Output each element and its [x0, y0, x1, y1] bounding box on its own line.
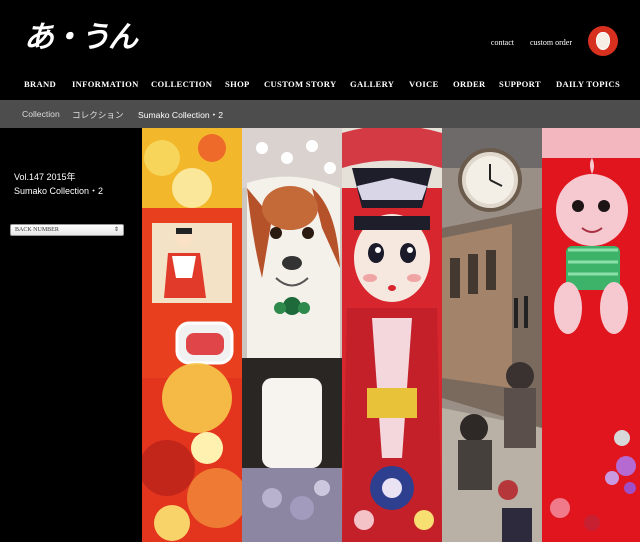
badge-face — [596, 32, 610, 50]
nav-item-support[interactable]: SUPPORT — [499, 79, 541, 89]
image-panel-1 — [142, 128, 242, 542]
collection-image — [142, 128, 640, 542]
breadcrumb-collection-jp[interactable]: コレクション — [72, 109, 124, 121]
breadcrumb-current: Sumako Collection・2 — [138, 110, 224, 120]
image-panel-4 — [442, 128, 542, 542]
image-panel-2 — [242, 128, 342, 542]
panel-4-art — [442, 128, 542, 542]
breadcrumb-collection[interactable]: Collection — [22, 109, 60, 119]
panel-5-art — [542, 128, 640, 542]
kewpie-face-icon[interactable] — [588, 26, 618, 56]
issue-volume: Vol.147 2015年 — [14, 172, 76, 182]
nav-item-collection[interactable]: COLLECTION — [151, 79, 212, 89]
issue-info: Vol.147 2015年 Sumako Collection・2 — [14, 170, 103, 198]
nav-item-daily-topics[interactable]: DAILY TOPICS — [556, 79, 620, 89]
contact-link[interactable]: contact — [491, 38, 514, 47]
chevron-updown-icon: ⇕ — [113, 227, 119, 233]
back-number-select[interactable]: BACK NUMBER ⇕ — [10, 224, 124, 236]
sidebar: Vol.147 2015年 Sumako Collection・2 BACK N… — [0, 128, 142, 542]
nav-item-brand[interactable]: BRAND — [24, 79, 56, 89]
back-number-value: BACK NUMBER — [15, 227, 59, 233]
top-links: contact custom order — [491, 38, 572, 47]
site-header: あ・うん contact custom order — [0, 0, 640, 70]
panel-1-art — [142, 128, 242, 542]
nav-item-information[interactable]: INFORMATION — [72, 79, 139, 89]
nav-item-custom-story[interactable]: CUSTOM STORY — [264, 79, 336, 89]
nav-item-order[interactable]: ORDER — [453, 79, 486, 89]
issue-title: Sumako Collection・2 — [14, 186, 104, 196]
site-logo[interactable]: あ・うん — [24, 18, 138, 58]
breadcrumb: Collection コレクション Sumako Collection・2 — [0, 100, 640, 128]
custom-order-link[interactable]: custom order — [530, 38, 572, 47]
image-panel-5 — [542, 128, 640, 542]
main-nav: BRAND INFORMATION COLLECTION SHOP CUSTOM… — [0, 70, 640, 100]
panel-2-art — [242, 128, 342, 542]
panel-3-art — [342, 128, 442, 542]
nav-item-voice[interactable]: VOICE — [409, 79, 439, 89]
nav-item-shop[interactable]: SHOP — [225, 79, 250, 89]
nav-item-gallery[interactable]: GALLERY — [350, 79, 394, 89]
image-panel-3 — [342, 128, 442, 542]
